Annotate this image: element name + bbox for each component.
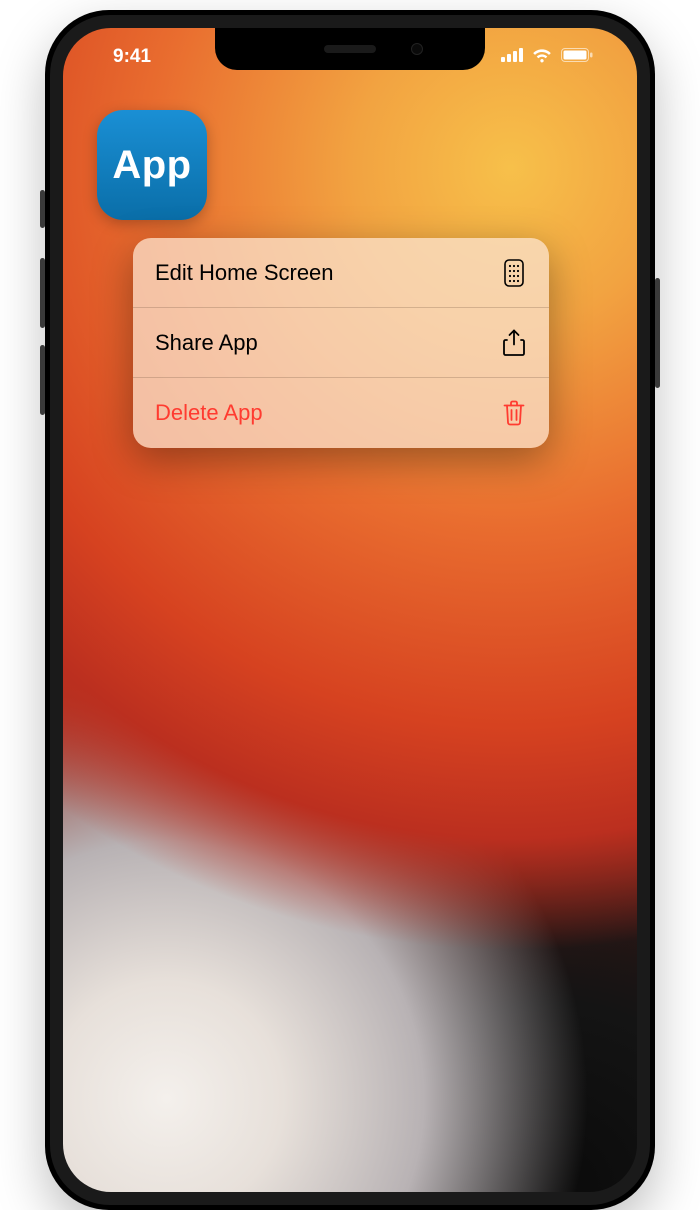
menu-item-share-app[interactable]: Share App <box>133 308 549 378</box>
trash-icon <box>501 400 527 426</box>
wifi-icon <box>531 47 553 68</box>
phone-frame: 9:41 <box>45 10 655 1210</box>
status-bar: 9:41 <box>63 42 637 72</box>
menu-item-edit-home-screen[interactable]: Edit Home Screen <box>133 238 549 308</box>
status-time: 9:41 <box>113 46 151 68</box>
menu-item-delete-app[interactable]: Delete App <box>133 378 549 448</box>
volume-up-button <box>40 258 45 328</box>
battery-icon <box>561 48 593 67</box>
home-screen-grid-icon <box>501 260 527 286</box>
context-menu: Edit Home Screen <box>133 238 549 448</box>
power-button <box>655 278 660 388</box>
cellular-signal-icon <box>501 48 523 67</box>
silence-switch <box>40 190 45 228</box>
status-right-cluster <box>501 47 593 68</box>
app-icon-label: App <box>112 143 191 188</box>
volume-down-button <box>40 345 45 415</box>
share-icon <box>501 330 527 356</box>
menu-item-label: Delete App <box>155 400 263 426</box>
menu-item-label: Edit Home Screen <box>155 260 334 286</box>
menu-item-label: Share App <box>155 330 258 356</box>
app-icon[interactable]: App <box>97 110 207 220</box>
screen: 9:41 <box>63 28 637 1192</box>
